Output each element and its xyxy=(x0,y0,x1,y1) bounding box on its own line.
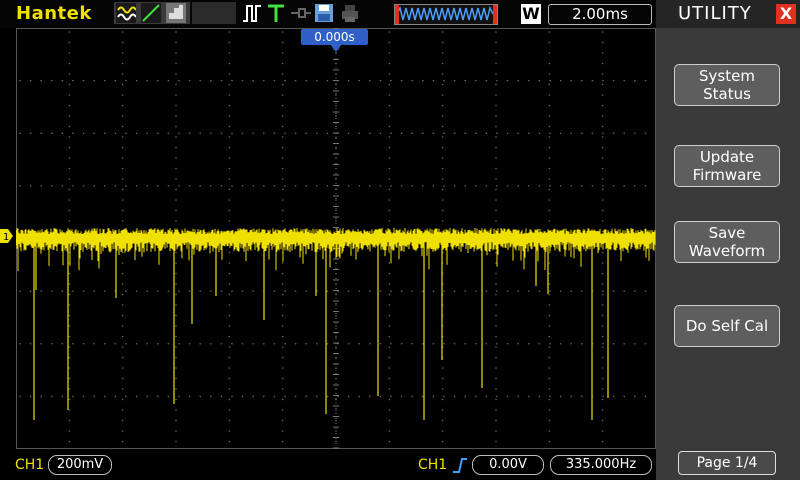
save-disk-icon[interactable] xyxy=(314,3,334,23)
trigger-arrow-icon xyxy=(330,44,342,52)
w-zoom-icon[interactable]: W xyxy=(521,4,541,24)
trigger-source-label: CH1 xyxy=(418,457,448,473)
ac-wave-icon[interactable] xyxy=(116,3,137,23)
trigger-position-marker[interactable]: 0.000s xyxy=(301,29,368,45)
ch1-ground-marker[interactable]: 1 xyxy=(0,229,13,243)
brand-logo: Hantek xyxy=(16,3,92,24)
probe-icon xyxy=(289,3,311,23)
printer-icon xyxy=(340,3,360,23)
ch1-scale-readout: 200mV xyxy=(48,455,112,475)
menu-title: UTILITY xyxy=(678,3,752,24)
waveform-display xyxy=(16,28,656,449)
menu-title-bar: UTILITY X xyxy=(656,0,800,28)
status-bar: Hantek W 2.00ms xyxy=(0,0,656,28)
close-icon[interactable]: X xyxy=(776,4,796,24)
save-waveform-button[interactable]: Save Waveform xyxy=(674,221,780,263)
rising-edge-icon xyxy=(453,458,467,473)
channel-info-bar: CH1 200mV CH1 0.00V 335.000Hz xyxy=(0,449,656,480)
timebase-readout: 2.00ms xyxy=(548,4,652,25)
update-firmware-button[interactable]: Update Firmware xyxy=(674,145,780,187)
page-indicator-button[interactable]: Page 1/4 xyxy=(678,451,776,475)
ch1-trace xyxy=(16,228,656,420)
ramp-icon[interactable] xyxy=(141,3,161,23)
ch1-label: CH1 xyxy=(15,457,45,473)
waveform-memory-icon xyxy=(394,4,498,25)
do-self-cal-button[interactable]: Do Self Cal xyxy=(674,305,780,347)
system-status-button[interactable]: System Status xyxy=(674,64,780,106)
trigger-level-readout: 0.00V xyxy=(472,455,544,475)
utility-menu: UTILITY X System Status Update Firmware … xyxy=(656,0,800,480)
frequency-readout: 335.000Hz xyxy=(550,455,652,475)
trigger-t-icon[interactable] xyxy=(266,3,286,23)
pulse-icon[interactable] xyxy=(242,3,262,23)
acquire-mode-icon[interactable] xyxy=(166,3,186,23)
svg-text:1: 1 xyxy=(3,232,9,243)
status-empty-slot xyxy=(192,2,236,24)
